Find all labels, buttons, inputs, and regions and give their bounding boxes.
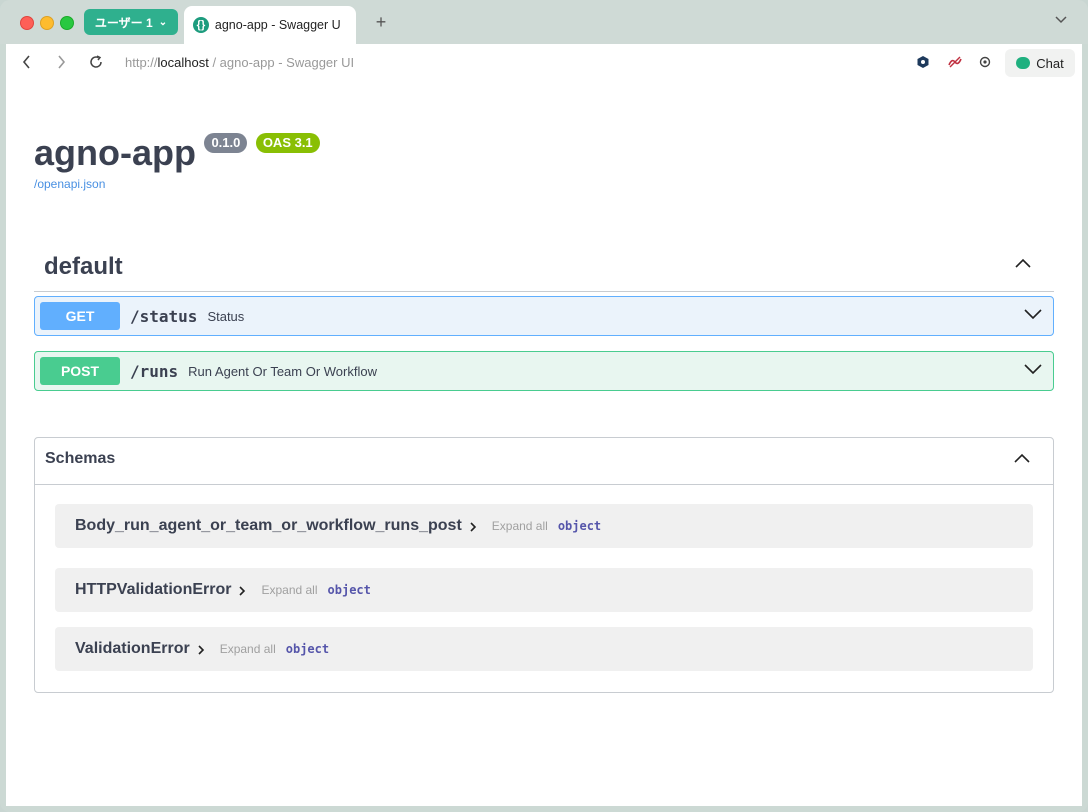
chat-label: Chat bbox=[1036, 55, 1064, 71]
expand-all-button[interactable]: Expand all bbox=[220, 642, 276, 656]
profile-button[interactable]: ユーザー 1 ⌄ bbox=[84, 9, 178, 35]
operation-get-status[interactable]: GET /status Status bbox=[34, 296, 1054, 336]
swagger-page: agno-app 0.1.0 OAS 3.1 /openapi.json def… bbox=[6, 82, 1082, 806]
model-container[interactable]: ValidationError Expand all object bbox=[55, 627, 1033, 671]
tag-name: default bbox=[44, 253, 123, 280]
url-host: localhost bbox=[157, 55, 209, 70]
tag-header[interactable]: default bbox=[34, 240, 1054, 292]
operation-path: /status bbox=[130, 306, 198, 326]
chevron-up-icon[interactable] bbox=[1013, 451, 1031, 469]
url-scheme: http:// bbox=[125, 55, 158, 70]
chevron-down-icon: ⌄ bbox=[158, 16, 168, 28]
model-name[interactable]: HTTPValidationError bbox=[75, 581, 231, 599]
model-container[interactable]: HTTPValidationError Expand all object bbox=[55, 568, 1033, 612]
title-bar: ユーザー 1 ⌄ {} agno-app - Swagger U + bbox=[0, 0, 1088, 44]
reload-icon[interactable] bbox=[87, 53, 105, 71]
chevron-down-icon[interactable] bbox=[1023, 307, 1042, 325]
model-name[interactable]: Body_run_agent_or_team_or_workflow_runs_… bbox=[75, 517, 462, 535]
url-rest: / agno-app - Swagger UI bbox=[208, 55, 355, 70]
expand-all-button[interactable]: Expand all bbox=[261, 583, 317, 597]
swagger-favicon-icon: {} bbox=[193, 17, 209, 33]
extension-gear-icon[interactable] bbox=[977, 54, 993, 70]
tab-title: agno-app - Swagger U bbox=[214, 18, 341, 32]
schemas-section: Schemas Body_run_agent_or_team_or_workfl… bbox=[34, 437, 1054, 693]
model-type: object bbox=[327, 583, 371, 597]
forward-arrow-icon[interactable] bbox=[52, 53, 70, 71]
oas-badge: OAS 3.1 bbox=[255, 133, 320, 153]
openapi-json-link[interactable]: /openapi.json bbox=[34, 177, 105, 191]
method-badge-post: POST bbox=[40, 357, 120, 385]
tab-list-chevron-icon[interactable] bbox=[1054, 14, 1068, 28]
zoom-window-button[interactable] bbox=[60, 16, 74, 30]
page-title: agno-app bbox=[34, 132, 196, 173]
model-container[interactable]: Body_run_agent_or_team_or_workflow_runs_… bbox=[55, 504, 1033, 548]
chevron-right-icon[interactable] bbox=[196, 643, 206, 655]
expand-all-button[interactable]: Expand all bbox=[492, 519, 548, 533]
schemas-title: Schemas bbox=[45, 450, 116, 467]
chevron-right-icon[interactable] bbox=[468, 520, 478, 532]
chat-bubble-icon bbox=[1016, 57, 1031, 69]
extension-hex-icon[interactable] bbox=[915, 54, 931, 70]
address-toolbar: http://localhost / agno-app - Swagger UI… bbox=[6, 44, 1082, 83]
method-badge-get: GET bbox=[40, 302, 120, 330]
profile-label: ユーザー 1 bbox=[94, 15, 153, 30]
model-name[interactable]: ValidationError bbox=[75, 640, 190, 658]
operation-summary: Status bbox=[207, 308, 245, 324]
api-info: agno-app 0.1.0 OAS 3.1 /openapi.json bbox=[34, 132, 320, 191]
model-type: object bbox=[557, 519, 602, 533]
chat-button[interactable]: Chat bbox=[1005, 49, 1075, 77]
close-window-button[interactable] bbox=[20, 16, 34, 30]
chevron-right-icon[interactable] bbox=[237, 584, 247, 596]
operation-post-runs[interactable]: POST /runs Run Agent Or Team Or Workflow bbox=[34, 351, 1054, 391]
active-tab[interactable]: {} agno-app - Swagger U bbox=[184, 6, 356, 44]
url-field[interactable]: http://localhost / agno-app - Swagger UI bbox=[125, 55, 354, 70]
operation-path: /runs bbox=[130, 361, 179, 381]
operation-summary: Run Agent Or Team Or Workflow bbox=[188, 363, 377, 379]
back-arrow-icon[interactable] bbox=[18, 53, 36, 71]
minimize-window-button[interactable] bbox=[40, 16, 54, 30]
schemas-header[interactable]: Schemas bbox=[35, 438, 1053, 485]
version-badge: 0.1.0 bbox=[204, 133, 248, 153]
model-type: object bbox=[285, 642, 330, 656]
tag-section-default: default GET /status Status POST /runs Ru… bbox=[34, 240, 1054, 391]
extension-slash-icon[interactable] bbox=[947, 54, 963, 70]
new-tab-button[interactable]: + bbox=[372, 12, 390, 32]
browser-window: ユーザー 1 ⌄ {} agno-app - Swagger U + http:… bbox=[0, 0, 1088, 812]
chevron-down-icon[interactable] bbox=[1023, 362, 1042, 380]
chevron-up-icon[interactable] bbox=[1014, 256, 1031, 272]
